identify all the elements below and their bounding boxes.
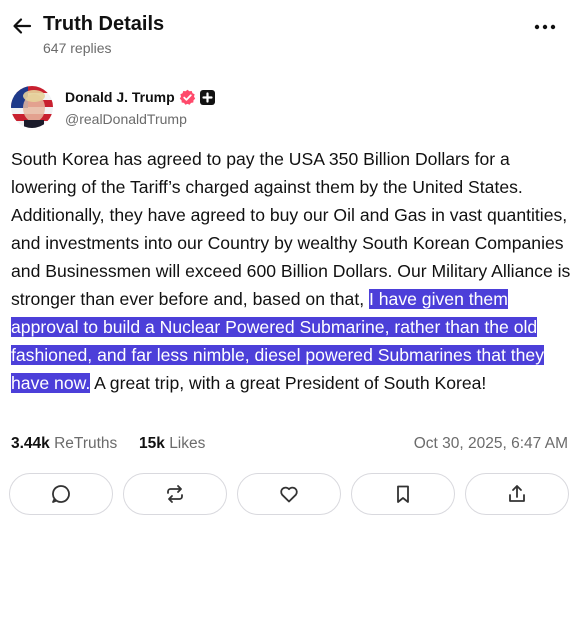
arrow-left-icon [13,18,32,34]
author-display-name[interactable]: Donald J. Trump [65,89,175,105]
like-button[interactable] [237,473,341,515]
author-row: Donald J. Trump @realDonaldTrump [11,86,571,130]
more-horizontal-icon [534,24,556,30]
post-text-after: A great trip, with a great President of … [90,373,487,393]
page-title: Truth Details [43,13,165,35]
verified-badge-icon [179,89,196,105]
retruths-stat[interactable]: 3.44k ReTruths [11,435,117,453]
likes-count: 15k [139,435,165,452]
author-handle: @realDonaldTrump [65,111,187,127]
bookmark-button[interactable] [351,473,455,515]
action-bar [9,473,574,515]
plus-badge-icon [200,90,215,105]
post-text: South Korea has agreed to pay the USA 35… [11,145,573,397]
post-text-before: South Korea has agreed to pay the USA 35… [11,149,571,309]
reply-button[interactable] [9,473,113,515]
bookmark-icon [397,485,409,503]
retruth-icon [167,485,183,503]
share-icon [509,485,525,502]
likes-stat[interactable]: 15k Likes [139,435,205,453]
page-header: Truth Details 647 replies [0,0,583,70]
reply-icon [52,485,70,503]
back-button[interactable] [10,14,34,38]
replies-count: 647 replies [43,40,112,56]
likes-label: Likes [169,435,206,452]
avatar[interactable] [11,86,53,128]
more-options-button[interactable] [531,18,559,36]
share-button[interactable] [465,473,569,515]
retruth-button[interactable] [123,473,227,515]
retruths-count: 3.44k [11,435,50,452]
post-stats: 3.44k ReTruths 15k Likes Oct 30, 2025, 6… [11,435,571,457]
avatar-image [11,86,53,128]
heart-icon [280,486,298,503]
retruths-label: ReTruths [54,435,118,452]
post-timestamp: Oct 30, 2025, 6:47 AM [413,435,568,452]
